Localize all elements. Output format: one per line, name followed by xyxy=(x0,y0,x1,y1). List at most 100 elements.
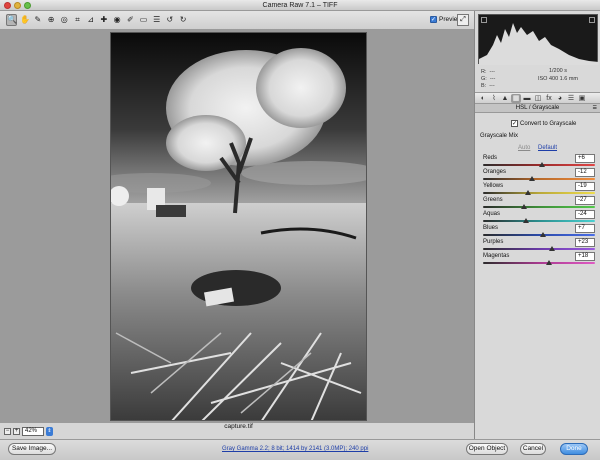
slider-track[interactable] xyxy=(483,192,595,194)
cancel-button[interactable]: Cancel xyxy=(520,443,546,455)
window-controls xyxy=(4,2,31,9)
slider-value-field[interactable]: +18 xyxy=(575,252,595,261)
slider-value-field[interactable]: +7 xyxy=(575,224,595,233)
tool-bar: 🔍 ✋ ✎ ⊕ ◎ ⌗ ⊿ ✚ ◉ ✐ ▭ ☰ ↺ ↻ ✓ Preview ⤢ xyxy=(0,11,474,30)
slider-thumb[interactable] xyxy=(539,162,546,167)
iso-focal: ISO 400 1.6 mm xyxy=(537,76,579,82)
slider-thumb[interactable] xyxy=(522,218,529,223)
tab-snapshots-icon[interactable]: ▣ xyxy=(577,94,587,103)
slider-label: Yellows xyxy=(483,183,504,189)
auto-link[interactable]: Auto xyxy=(518,145,530,151)
workflow-options-link[interactable]: Gray Gamma 2.2; 8 bit; 1414 by 2141 (3.0… xyxy=(222,446,368,452)
slider-thumb[interactable] xyxy=(548,246,555,251)
crop-icon[interactable]: ⌗ xyxy=(72,14,83,26)
window-title: Camera Raw 7.1 – TIFF xyxy=(262,2,338,9)
tab-hsl-icon[interactable]: ▦ xyxy=(511,93,521,103)
panel-tabs: ◐ ⌇ ▲ ▦ ▬ ◫ fx ◕ ☰ ▣ xyxy=(475,92,600,104)
rotate-left-icon[interactable]: ↺ xyxy=(164,14,175,26)
tab-presets-icon[interactable]: ☰ xyxy=(566,94,576,103)
preview-image[interactable] xyxy=(110,32,367,421)
slider-value-field[interactable]: +23 xyxy=(575,238,595,247)
adjustment-brush-icon[interactable]: ✐ xyxy=(125,14,136,26)
slider-track[interactable] xyxy=(483,248,595,250)
tab-camera-calibration-icon[interactable]: ◕ xyxy=(555,94,565,103)
zoom-control: − + 42% ⇕ xyxy=(4,427,53,436)
zoom-tool-icon[interactable]: 🔍 xyxy=(6,14,17,26)
panel-title: HSL / Grayscale ☰ xyxy=(475,104,600,113)
slider-label: Aquas xyxy=(483,211,501,217)
convert-to-grayscale-label: Convert to Grayscale xyxy=(520,120,577,127)
spot-removal-icon[interactable]: ✚ xyxy=(98,14,109,26)
minimize-window-icon[interactable] xyxy=(14,2,21,9)
straighten-icon[interactable]: ⊿ xyxy=(85,14,96,26)
slider-thumb[interactable] xyxy=(525,190,532,195)
fullscreen-toggle-icon[interactable]: ⤢ xyxy=(457,14,469,26)
slider-value-field[interactable]: -27 xyxy=(575,196,595,205)
slider-label: Purples xyxy=(483,239,504,245)
slider-thumb[interactable] xyxy=(529,176,536,181)
zoom-level-field[interactable]: 42% xyxy=(22,427,44,436)
g-value: --- xyxy=(489,76,496,82)
panel-title-text: HSL / Grayscale xyxy=(515,105,560,111)
tab-detail-icon[interactable]: ▲ xyxy=(500,94,510,103)
preview-checkbox[interactable]: ✓ xyxy=(430,16,437,23)
shutter-speed: 1/200 s xyxy=(548,68,568,74)
red-eye-icon[interactable]: ◉ xyxy=(112,14,123,26)
zoom-out-button[interactable]: − xyxy=(4,428,11,435)
slider-label: Blues xyxy=(483,225,499,231)
panel-menu-icon[interactable]: ☰ xyxy=(593,104,597,113)
slider-magentas: Magentas +18 xyxy=(483,252,595,268)
preferences-icon[interactable]: ☰ xyxy=(151,14,162,26)
slider-label: Greens xyxy=(483,197,503,203)
image-canvas[interactable]: − + 42% ⇕ xyxy=(0,30,474,436)
bottom-bar: Save Image... Gray Gamma 2.2; 8 bit; 141… xyxy=(0,439,600,460)
convert-to-grayscale-toggle[interactable]: ✓ Convert to Grayscale xyxy=(511,120,576,127)
slider-value-field[interactable]: +6 xyxy=(575,154,595,163)
slider-value-field[interactable]: -12 xyxy=(575,168,595,177)
histogram xyxy=(478,14,599,65)
graduated-filter-icon[interactable]: ▭ xyxy=(138,14,149,26)
slider-value-field[interactable]: -19 xyxy=(575,182,595,191)
slider-track[interactable] xyxy=(483,178,595,180)
image-filename: capture.tif xyxy=(224,423,253,430)
hand-tool-icon[interactable]: ✋ xyxy=(19,14,30,26)
slider-track[interactable] xyxy=(483,220,595,222)
close-window-icon[interactable] xyxy=(4,2,11,9)
highlight-clipping-icon[interactable] xyxy=(589,17,595,23)
b-value: --- xyxy=(489,83,495,89)
slider-track[interactable] xyxy=(483,262,595,264)
targeted-adjust-icon[interactable]: ◎ xyxy=(59,14,70,26)
slider-value-field[interactable]: -24 xyxy=(575,210,595,219)
convert-to-grayscale-checkbox[interactable]: ✓ xyxy=(511,120,518,127)
r-value: --- xyxy=(489,69,496,75)
shadow-clipping-icon[interactable] xyxy=(481,17,487,23)
rotate-right-icon[interactable]: ↻ xyxy=(178,14,189,26)
open-object-button[interactable]: Open Object xyxy=(466,443,508,455)
done-button[interactable]: Done xyxy=(560,443,588,455)
color-sampler-icon[interactable]: ⊕ xyxy=(46,14,57,26)
grayscale-photo xyxy=(111,33,366,420)
zoom-dropdown-icon[interactable]: ⇕ xyxy=(46,427,53,436)
tab-lens-icon[interactable]: ◫ xyxy=(533,94,543,103)
b-label: B: xyxy=(481,83,487,89)
default-link[interactable]: Default xyxy=(538,145,557,151)
slider-track[interactable] xyxy=(483,206,595,208)
slider-label: Reds xyxy=(483,155,498,161)
zoom-in-button[interactable]: + xyxy=(13,428,20,435)
slider-label: Magentas xyxy=(483,253,510,259)
tab-effects-icon[interactable]: fx xyxy=(544,94,554,103)
slider-thumb[interactable] xyxy=(546,260,553,265)
slider-label: Oranges xyxy=(483,169,507,175)
camera-info: 1/200 s ISO 400 1.6 mm xyxy=(521,67,595,83)
save-image-button[interactable]: Save Image... xyxy=(8,443,56,455)
tab-basic-icon[interactable]: ◐ xyxy=(478,94,488,103)
adjustments-panel: R: --- G: --- B: --- 1/200 s ISO 400 1.6 mm… xyxy=(474,11,600,439)
zoom-window-icon[interactable] xyxy=(24,2,31,9)
white-balance-icon[interactable]: ✎ xyxy=(32,14,43,26)
slider-thumb[interactable] xyxy=(520,204,527,209)
r-label: R: xyxy=(481,69,487,75)
window-titlebar: Camera Raw 7.1 – TIFF xyxy=(0,0,600,11)
slider-thumb[interactable] xyxy=(539,232,546,237)
tab-split-toning-icon[interactable]: ▬ xyxy=(522,94,532,103)
tab-tone-curve-icon[interactable]: ⌇ xyxy=(489,94,499,103)
